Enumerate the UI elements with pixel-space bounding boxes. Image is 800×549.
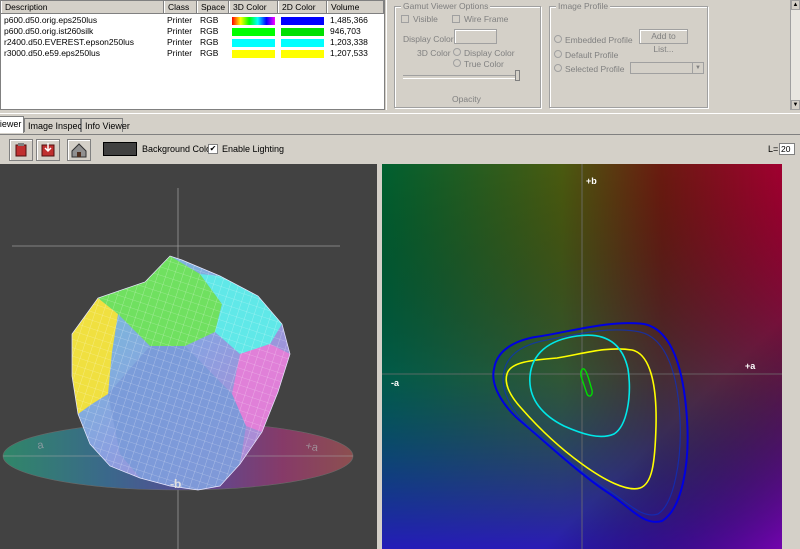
selected-profile-radio[interactable]	[554, 64, 562, 72]
visible-checkbox[interactable]	[401, 15, 409, 23]
opacity-slider-thumb[interactable]	[515, 70, 520, 81]
tab-image-inspector[interactable]: Image Inspector	[24, 118, 93, 132]
display-color-label: Display Color	[403, 34, 454, 44]
selected-profile-select[interactable]: ▼	[630, 62, 704, 74]
column-header-space[interactable]: Space	[197, 1, 229, 13]
gamut-viewer-options-title: Gamut Viewer Options	[401, 1, 491, 11]
row-class: Printer	[167, 37, 193, 47]
minus-a-axis-label: -a	[391, 378, 400, 388]
plus-b-axis-label: +b	[586, 176, 597, 186]
background-color-label: Background Color	[142, 144, 215, 154]
color-3d-swatch	[232, 17, 275, 25]
wire-frame-checkbox[interactable]	[452, 15, 460, 23]
row-description: r3000.d50.e59.eps250lus	[4, 48, 100, 58]
options-panel: Gamut Viewer Options Visible Wire Frame …	[386, 0, 790, 110]
enable-lighting-checkbox[interactable]: ✔	[208, 144, 218, 154]
b-front-axis-label: -b	[170, 477, 181, 491]
table-row[interactable]: p600.d50.orig.eps250lus Printer RGB 1,48…	[1, 15, 384, 26]
row-class: Printer	[167, 48, 193, 58]
column-header-2d-color[interactable]: 2D Color	[278, 1, 327, 13]
plus-a-axis-label: +a	[745, 361, 756, 371]
color-2d-swatch	[281, 28, 324, 36]
enable-lighting-label: Enable Lighting	[222, 144, 285, 154]
tab-bar: Viewer Image Inspector Info Viewer	[0, 113, 800, 134]
export-button[interactable]	[9, 139, 33, 161]
chevron-down-icon: ▼	[692, 63, 703, 73]
home-icon	[71, 143, 87, 158]
l-label: L=	[768, 144, 779, 154]
scroll-up-icon[interactable]: ▲	[791, 0, 800, 10]
right-scroll-strip[interactable]	[782, 164, 800, 549]
color-3d-swatch	[232, 39, 275, 47]
color-3d-label: 3D Color	[417, 48, 451, 58]
import-icon	[41, 143, 55, 157]
row-space: RGB	[200, 37, 219, 47]
default-profile-radio[interactable]	[554, 50, 562, 58]
row-volume: 946,703	[330, 26, 361, 36]
gamut-2d-canvas[interactable]: +b +a -a	[382, 164, 782, 549]
color-2d-swatch	[281, 39, 324, 47]
image-profile-title: Image Profile	[556, 1, 611, 11]
tab-info-viewer[interactable]: Info Viewer	[81, 118, 130, 132]
row-volume: 1,207,533	[330, 48, 368, 58]
gamut-viewer-options-group: Gamut Viewer Options Visible Wire Frame …	[394, 1, 541, 108]
options-scrollbar[interactable]: ▲ ▼	[790, 0, 800, 110]
row-description: p600.d50.orig.eps250lus	[4, 15, 98, 25]
opacity-label: Opacity	[452, 94, 481, 104]
export-icon	[15, 143, 27, 157]
profile-table[interactable]: Description Class Space 3D Color 2D Colo…	[0, 0, 385, 110]
wire-frame-label: Wire Frame	[464, 14, 509, 24]
row-class: Printer	[167, 26, 193, 36]
true-color-radio-label: True Color	[464, 59, 504, 69]
gamut-3d-canvas[interactable]: a +a -b	[0, 164, 377, 549]
row-space: RGB	[200, 15, 219, 25]
color-3d-swatch	[232, 50, 275, 58]
scroll-down-icon[interactable]: ▼	[791, 100, 800, 110]
table-row[interactable]: r3000.d50.e59.eps250lus Printer RGB 1,20…	[1, 48, 384, 59]
row-volume: 1,203,338	[330, 37, 368, 47]
column-header-class[interactable]: Class	[164, 1, 197, 13]
embedded-profile-label: Embedded Profile	[565, 35, 633, 45]
row-description: p600.d50.orig.ist260silk	[4, 26, 94, 36]
column-header-volume[interactable]: Volume	[327, 1, 384, 13]
tab-viewer[interactable]: Viewer	[0, 116, 24, 133]
display-color-button[interactable]	[454, 29, 497, 44]
image-profile-group: Image Profile Embedded Profile Add to Li…	[549, 1, 708, 108]
visible-label: Visible	[413, 14, 438, 24]
display-color-radio-label: Display Color	[464, 48, 515, 58]
background-color-swatch[interactable]	[103, 142, 137, 156]
gamut-3d-viewer[interactable]: a +a -b	[0, 164, 377, 549]
display-color-radio[interactable]	[453, 48, 461, 56]
row-space: RGB	[200, 48, 219, 58]
row-volume: 1,485,366	[330, 15, 368, 25]
table-row[interactable]: r2400.d50.EVEREST.epson250lus Printer RG…	[1, 37, 384, 48]
row-class: Printer	[167, 15, 193, 25]
row-space: RGB	[200, 26, 219, 36]
table-header: Description Class Space 3D Color 2D Colo…	[1, 1, 384, 14]
color-2d-swatch	[281, 17, 324, 25]
l-value-input[interactable]: 20	[779, 143, 795, 155]
embedded-profile-radio[interactable]	[554, 35, 562, 43]
column-header-3d-color[interactable]: 3D Color	[229, 1, 278, 13]
column-header-description[interactable]: Description	[1, 1, 164, 13]
color-2d-swatch	[281, 50, 324, 58]
selected-profile-label: Selected Profile	[565, 64, 625, 74]
true-color-radio[interactable]	[453, 59, 461, 67]
table-row[interactable]: p600.d50.orig.ist260silk Printer RGB 946…	[1, 26, 384, 37]
opacity-slider-track[interactable]	[403, 75, 517, 79]
viewer-toolbar: Background Color ✔ Enable Lighting L= 20	[0, 134, 800, 165]
add-to-list-button[interactable]: Add to List...	[639, 29, 688, 54]
default-profile-label: Default Profile	[565, 50, 619, 60]
gamut-2d-viewer[interactable]: +b +a -a	[382, 164, 782, 549]
import-button[interactable]	[36, 139, 60, 161]
row-description: r2400.d50.EVEREST.epson250lus	[4, 37, 134, 47]
color-3d-swatch	[232, 28, 275, 36]
home-view-button[interactable]	[67, 139, 91, 161]
